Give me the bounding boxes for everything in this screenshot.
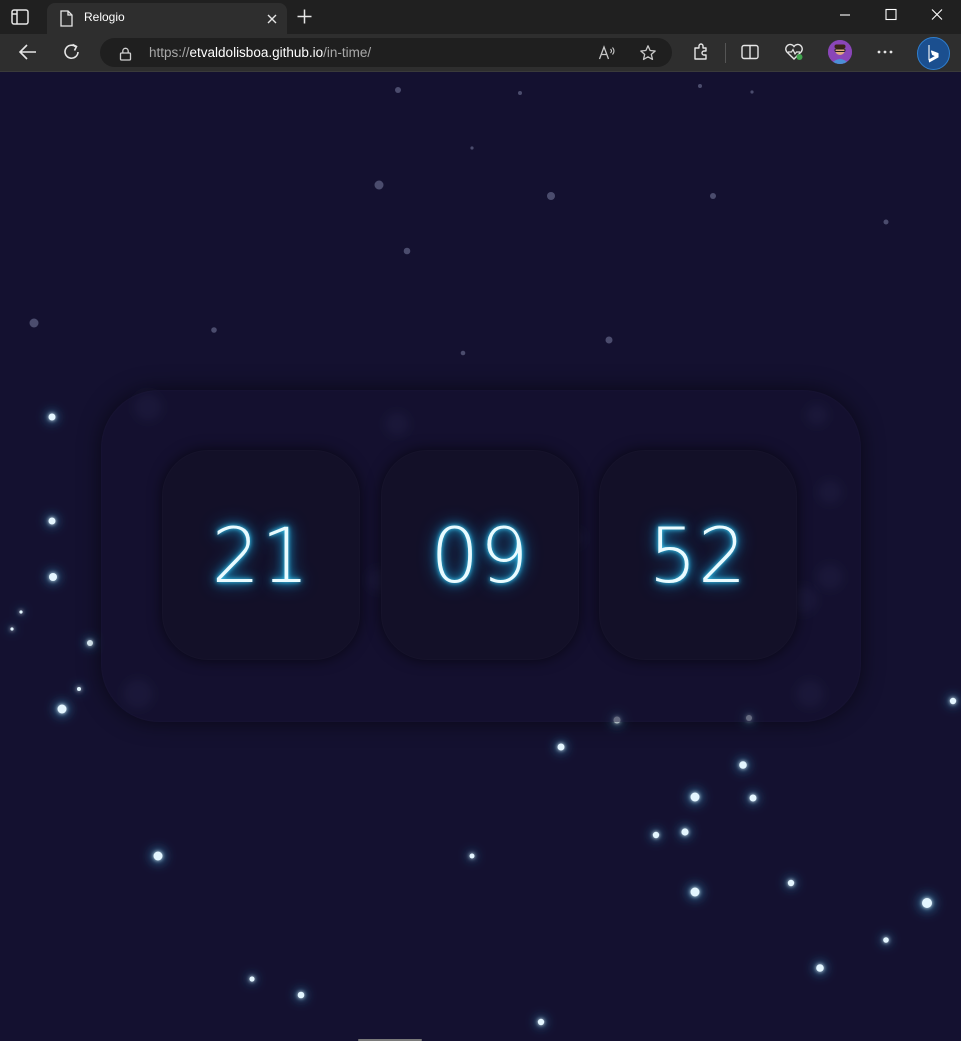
particle-bright (816, 964, 824, 972)
hours-box: 21 (162, 450, 360, 660)
particle-dim (374, 180, 384, 190)
particle-dim (460, 350, 466, 356)
particle-bright (690, 887, 700, 897)
particle-dim (403, 247, 411, 255)
browser-toolbar: https://etvaldolisboa.github.io/in-time/ (0, 34, 961, 72)
url-path: /in-time/ (323, 45, 372, 60)
browser-window: Relogio https://etvaldolisboa.github.io/… (0, 0, 961, 1041)
close-tab-icon[interactable] (265, 11, 279, 25)
particle-bright (77, 687, 81, 691)
address-bar[interactable]: https://etvaldolisboa.github.io/in-time/ (100, 38, 672, 67)
refresh-icon[interactable] (61, 42, 83, 62)
particle-dim (395, 87, 401, 93)
url-text[interactable]: https://etvaldolisboa.github.io/in-time/ (149, 45, 371, 60)
particle-bright (19, 610, 23, 614)
particle-bright (652, 831, 660, 839)
particle-dim (518, 91, 522, 95)
particle-bright (949, 697, 957, 705)
particle-bright (87, 640, 93, 646)
url-scheme: https:// (149, 45, 190, 60)
particle-bright (739, 761, 747, 769)
particle-bright (690, 792, 700, 802)
particle-dim (698, 84, 702, 88)
particle-dim (710, 193, 716, 199)
url-host: etvaldolisboa.github.io (189, 45, 324, 60)
close-window-icon[interactable] (914, 0, 960, 30)
particle-dim (750, 90, 754, 94)
hours-display: 21 (211, 510, 311, 600)
particle-dim (605, 336, 613, 344)
bing-copilot-icon[interactable] (917, 37, 950, 70)
split-screen-icon[interactable] (739, 42, 761, 62)
particle-dim (883, 219, 889, 225)
tab-title: Relogio (84, 10, 125, 24)
read-aloud-icon[interactable] (598, 45, 616, 61)
particle-dim (211, 327, 217, 333)
particle-dim (29, 318, 39, 328)
toolbar-divider (725, 43, 726, 63)
favorite-star-icon[interactable] (639, 44, 657, 62)
maximize-icon[interactable] (868, 0, 914, 30)
particle-bright (537, 1018, 545, 1026)
lock-icon[interactable] (119, 46, 132, 61)
browser-essentials-icon[interactable] (783, 42, 805, 62)
particle-bright (57, 704, 67, 714)
particle-dim (547, 192, 555, 200)
particle-bright (153, 851, 163, 861)
minimize-icon[interactable] (822, 0, 868, 30)
particle-bright (249, 976, 255, 982)
profile-avatar[interactable] (828, 40, 852, 64)
particle-bright (681, 828, 689, 836)
tab-actions-icon[interactable] (10, 8, 30, 26)
particle-bright (10, 627, 14, 631)
particle-bright (749, 794, 757, 802)
clock-panel: 21 09 52 (101, 390, 861, 722)
seconds-box: 52 (599, 450, 797, 660)
particle-bright (922, 898, 932, 908)
extensions-icon[interactable] (690, 42, 712, 62)
minutes-display: 09 (430, 510, 530, 600)
page-content: 21 09 52 (0, 72, 961, 1041)
tab-relogio[interactable]: Relogio (47, 3, 287, 34)
particle-bright (883, 937, 889, 943)
tab-strip: Relogio (0, 0, 961, 34)
particle-bright (48, 517, 56, 525)
page-icon (59, 10, 73, 27)
minutes-box: 09 (381, 450, 579, 660)
particle-bright (787, 879, 795, 887)
particle-bright (49, 573, 57, 581)
new-tab-icon[interactable] (296, 8, 313, 25)
seconds-display: 52 (648, 510, 748, 600)
particle-bright (469, 853, 475, 859)
more-options-icon[interactable] (874, 42, 896, 62)
particle-bright (48, 413, 56, 421)
particle-dim (470, 146, 474, 150)
particle-bright (297, 991, 305, 999)
back-arrow-icon[interactable] (17, 42, 39, 62)
particle-bright (557, 743, 565, 751)
